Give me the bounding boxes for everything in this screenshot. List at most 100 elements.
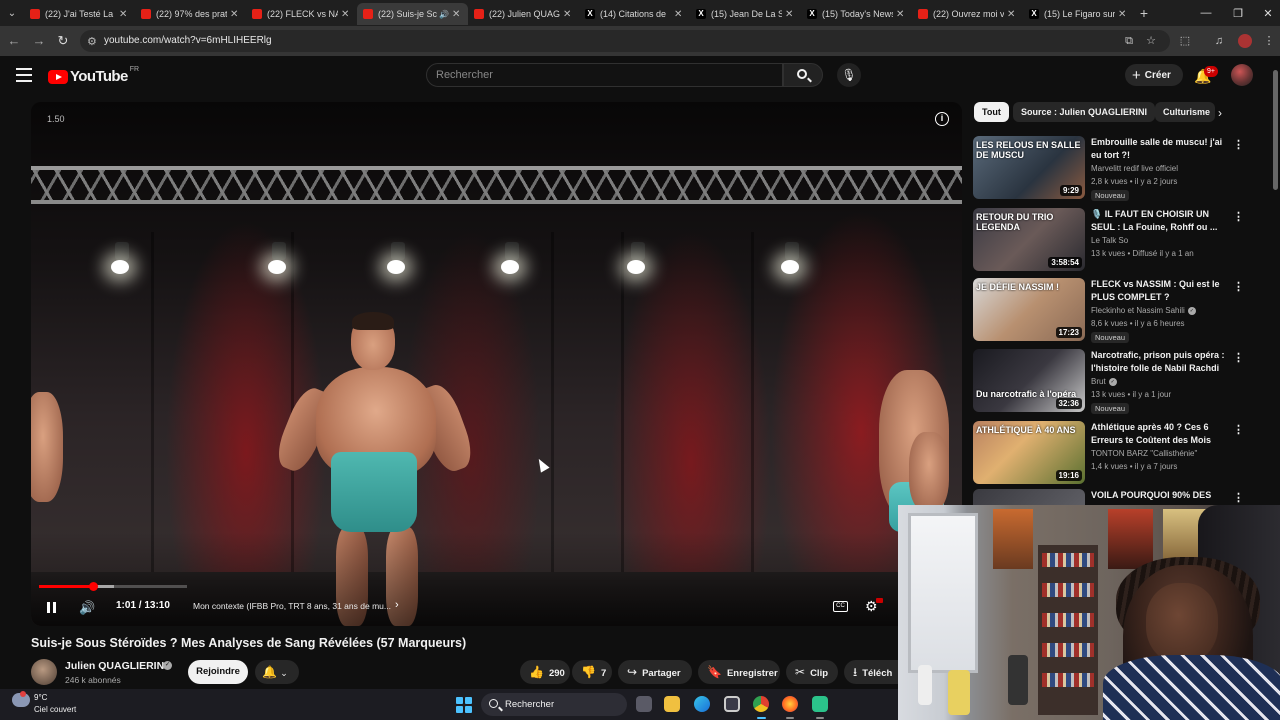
menu-icon[interactable] bbox=[16, 68, 32, 82]
video-thumbnail[interactable] bbox=[973, 489, 1085, 505]
new-tab-icon[interactable]: + bbox=[1134, 5, 1154, 21]
recommended-video[interactable]: Du narcotrafic à l'opéra 32:36 Narcotrafic… bbox=[973, 349, 1253, 415]
recommended-video-title[interactable]: Narcotrafic, prison puis opéra : l'histo… bbox=[1091, 349, 1227, 375]
restore-icon[interactable]: ❐ bbox=[1222, 0, 1254, 26]
extensions-icon[interactable]: ⬚ bbox=[1178, 34, 1192, 48]
join-button[interactable]: Rejoindre bbox=[188, 660, 248, 684]
browser-menu-icon[interactable]: ⋮ bbox=[1262, 34, 1276, 48]
recommended-video-title[interactable]: Athlétique après 40 ? Ces 6 Erreurs te C… bbox=[1091, 421, 1227, 447]
tab-close-icon[interactable]: ✕ bbox=[896, 9, 906, 20]
filter-chip[interactable]: Culturisme bbox=[1155, 102, 1215, 122]
channel-name[interactable]: Julien QUAGLIERINI bbox=[65, 660, 167, 672]
more-options-icon[interactable]: ⋮ bbox=[1233, 491, 1244, 504]
search-input[interactable]: Rechercher bbox=[426, 63, 783, 87]
browser-tab[interactable]: (22) J'ai Testé La F ✕ bbox=[24, 3, 135, 25]
clip-button[interactable]: ✂ Clip bbox=[786, 660, 838, 684]
chrome-icon[interactable] bbox=[753, 696, 769, 712]
install-app-icon[interactable]: ⧉ bbox=[1122, 34, 1136, 48]
subtitles-icon[interactable]: CC bbox=[833, 601, 848, 612]
video-thumbnail[interactable]: RETOUR DU TRIO LEGENDA 3:58:54 bbox=[973, 208, 1085, 271]
recommended-video[interactable]: VOILA POURQUOI 90% DES ⋮ bbox=[973, 489, 1253, 505]
task-view-icon[interactable] bbox=[636, 696, 652, 712]
like-button[interactable]: 👍 290 bbox=[520, 660, 570, 684]
tab-close-icon[interactable]: ✕ bbox=[1007, 9, 1017, 20]
more-options-icon[interactable]: ⋮ bbox=[1233, 138, 1244, 151]
browser-tab[interactable]: X (15) Le Figaro sur ✕ bbox=[1023, 3, 1134, 25]
minimize-icon[interactable]: — bbox=[1190, 0, 1222, 26]
dislike-button[interactable]: 👎 7 bbox=[572, 660, 612, 684]
info-icon[interactable]: i bbox=[935, 112, 949, 126]
streaming-app-icon[interactable] bbox=[812, 696, 828, 712]
video-player[interactable]: 1.50 i 🔊 1:01 / 13:10 Mon contexte (IFBB… bbox=[31, 102, 962, 626]
chevron-right-icon[interactable]: › bbox=[395, 599, 399, 611]
weather-temperature[interactable]: 9°C bbox=[34, 693, 47, 702]
more-options-icon[interactable]: ⋮ bbox=[1233, 280, 1244, 293]
media-control-icon[interactable]: ♫ bbox=[1212, 34, 1226, 48]
video-thumbnail[interactable]: JE DÉFIE NASSIM ! 17:23 bbox=[973, 278, 1085, 341]
recommended-video-title[interactable]: 🎙️ IL FAUT EN CHOISIR UN SEUL : La Fouin… bbox=[1091, 208, 1227, 234]
recommended-video[interactable]: ATHLÉTIQUE À 40 ANS 19:16 Athlétique après… bbox=[973, 421, 1253, 487]
more-options-icon[interactable]: ⋮ bbox=[1233, 423, 1244, 436]
tab-close-icon[interactable]: ✕ bbox=[674, 9, 684, 20]
site-info-icon[interactable]: ⚙ bbox=[87, 35, 97, 48]
recommended-video-title[interactable]: FLECK vs NASSIM : Qui est le PLUS COMPLE… bbox=[1091, 278, 1227, 304]
tab-close-icon[interactable]: ✕ bbox=[230, 9, 240, 20]
save-button[interactable]: 🔖 Enregistrer bbox=[698, 660, 780, 684]
pause-icon[interactable] bbox=[47, 602, 57, 613]
browser-tab[interactable]: X (14) Citations de ✕ bbox=[579, 3, 690, 25]
tab-close-icon[interactable]: ✕ bbox=[563, 9, 573, 20]
taskbar-search-box[interactable]: Rechercher bbox=[481, 693, 627, 716]
browser-tab[interactable]: (22) FLECK vs NAS✕ bbox=[246, 3, 357, 25]
subscription-bell-button[interactable]: 🔔 ⌄ bbox=[255, 660, 299, 684]
voice-search-icon[interactable]: 🎙 bbox=[837, 63, 861, 87]
recommended-video[interactable]: LES RELOUS EN SALLE DE MUSCU 9:29 Embrouil… bbox=[973, 136, 1253, 202]
tab-close-icon[interactable]: ✕ bbox=[1118, 9, 1128, 20]
bookmark-star-icon[interactable]: ☆ bbox=[1144, 34, 1158, 48]
profile-icon[interactable] bbox=[1238, 34, 1252, 48]
page-scrollbar[interactable] bbox=[1273, 70, 1278, 190]
back-arrow-icon[interactable]: ← bbox=[6, 33, 22, 49]
tab-search-icon[interactable]: ⌄ bbox=[0, 0, 24, 26]
tab-close-icon[interactable]: ✕ bbox=[119, 9, 129, 20]
account-avatar[interactable] bbox=[1231, 64, 1253, 86]
close-window-icon[interactable]: ✕ bbox=[1252, 0, 1280, 26]
recommended-video[interactable]: JE DÉFIE NASSIM ! 17:23 FLECK vs NASSIM : … bbox=[973, 278, 1253, 344]
browser-tab[interactable]: X (15) Jean De La S ✕ bbox=[690, 3, 801, 25]
store-icon[interactable] bbox=[724, 696, 740, 712]
forward-arrow-icon[interactable]: → bbox=[31, 33, 47, 49]
volume-icon[interactable]: 🔊 bbox=[79, 600, 95, 616]
share-button[interactable]: ↪ Partager bbox=[618, 660, 692, 684]
tab-audio-icon[interactable]: 🔊 bbox=[439, 10, 449, 19]
chapter-title[interactable]: Mon contexte (IFBB Pro, TRT 8 ans, 31 an… bbox=[193, 601, 391, 611]
youtube-logo[interactable]: YouTube FR bbox=[48, 66, 139, 85]
chevron-right-icon[interactable]: › bbox=[1218, 106, 1222, 120]
browser-tab[interactable]: (22) Julien QUAGL ✕ bbox=[468, 3, 579, 25]
video-thumbnail[interactable]: LES RELOUS EN SALLE DE MUSCU 9:29 bbox=[973, 136, 1085, 199]
firefox-icon[interactable] bbox=[782, 696, 798, 712]
more-options-icon[interactable]: ⋮ bbox=[1233, 210, 1244, 223]
reload-icon[interactable]: ↻ bbox=[55, 33, 71, 49]
create-button[interactable]: + Créer bbox=[1125, 64, 1183, 86]
weather-description[interactable]: Ciel couvert bbox=[34, 705, 76, 714]
url-field[interactable]: ⚙ youtube.com/watch?v=6mHLIHEERlg bbox=[80, 30, 1170, 52]
file-explorer-icon[interactable] bbox=[664, 696, 680, 712]
browser-tab[interactable]: (22) Suis-je Sc 🔊 ✕ bbox=[357, 3, 468, 25]
video-thumbnail[interactable]: ATHLÉTIQUE À 40 ANS 19:16 bbox=[973, 421, 1085, 484]
browser-tab[interactable]: (22) 97% des prati ✕ bbox=[135, 3, 246, 25]
filter-chip[interactable]: Source : Julien QUAGLIERINI bbox=[1013, 102, 1156, 122]
filter-chip[interactable]: Tout bbox=[974, 102, 1009, 122]
windows-start-icon[interactable] bbox=[456, 697, 472, 713]
recommended-video[interactable]: RETOUR DU TRIO LEGENDA 3:58:54 🎙️ IL FAUT … bbox=[973, 208, 1253, 274]
tab-close-icon[interactable]: ✕ bbox=[785, 9, 795, 20]
edge-icon[interactable] bbox=[694, 696, 710, 712]
channel-avatar[interactable] bbox=[31, 659, 57, 685]
recommended-video-title[interactable]: Embrouille salle de muscu! j'ai eu tort … bbox=[1091, 136, 1227, 162]
search-button[interactable] bbox=[783, 63, 823, 87]
tab-close-icon[interactable]: ✕ bbox=[341, 9, 351, 20]
download-button[interactable]: ⭳ Téléch bbox=[844, 660, 898, 684]
browser-tab[interactable]: X (15) Today's News ✕ bbox=[801, 3, 912, 25]
tab-close-icon[interactable]: ✕ bbox=[452, 9, 462, 20]
recommended-video-title[interactable]: VOILA POURQUOI 90% DES bbox=[1091, 489, 1227, 502]
more-options-icon[interactable]: ⋮ bbox=[1233, 351, 1244, 364]
video-thumbnail[interactable]: Du narcotrafic à l'opéra 32:36 bbox=[973, 349, 1085, 412]
